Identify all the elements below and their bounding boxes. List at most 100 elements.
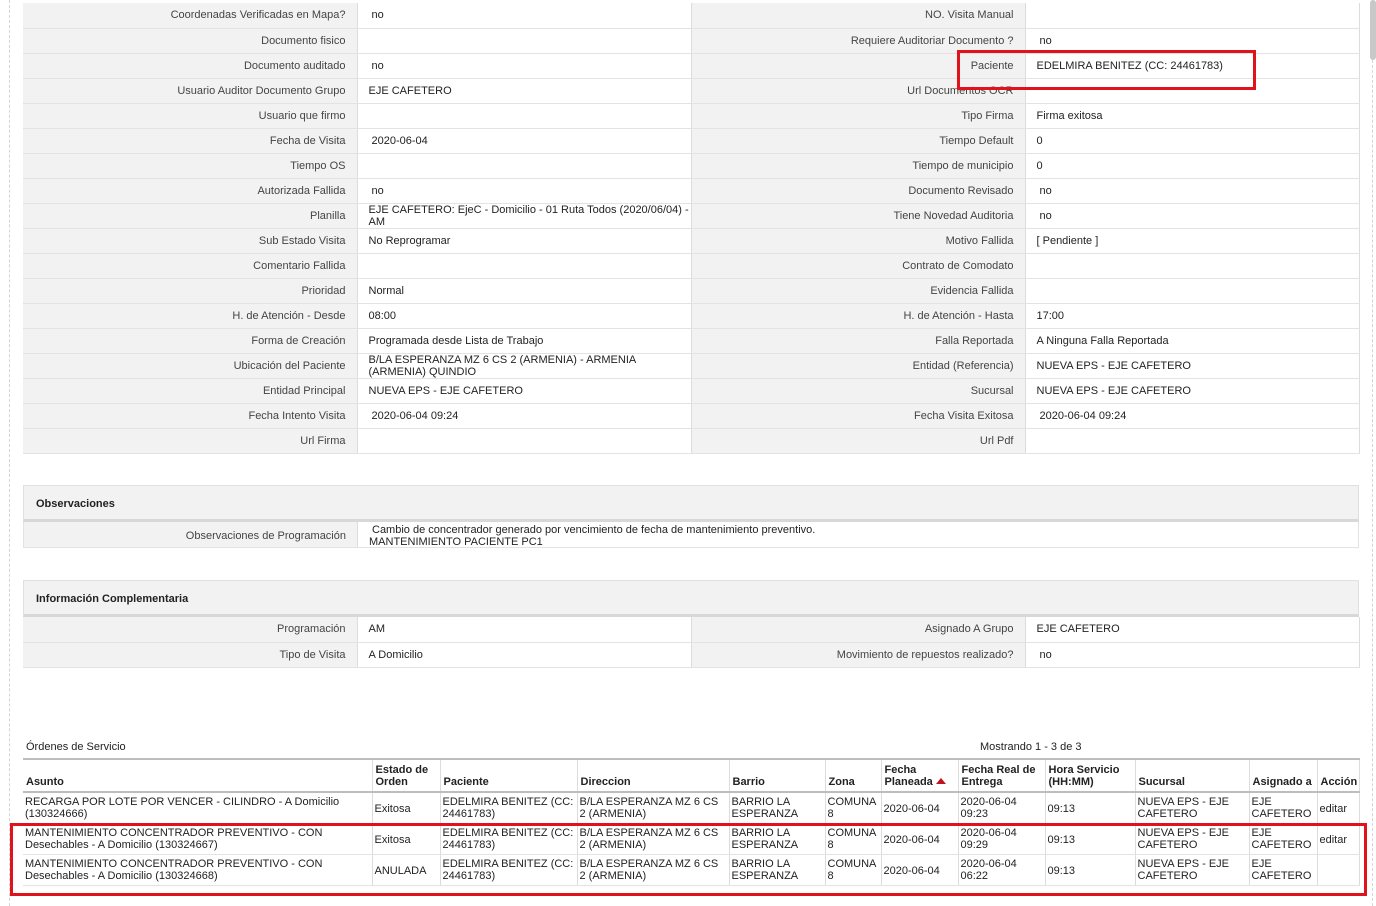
ordenes-header-row: Asunto Estado de Orden Paciente Direccio… xyxy=(23,758,1360,793)
tipo-firma-label: Tipo Firma xyxy=(691,103,1026,129)
h-de-atencion-hasta-label: H. de Atención - Hasta xyxy=(691,303,1026,329)
usuario-que-firmo-value xyxy=(357,103,692,129)
observaciones-header: Observaciones xyxy=(23,485,1359,522)
cell-zona: COMUNA 8 xyxy=(825,792,882,824)
h-de-atencion-hasta-value: 17:00 xyxy=(1025,303,1360,329)
url-firma-label: Url Firma xyxy=(23,428,358,454)
movimiento-de-repuestos-realizado-label: Movimiento de repuestos realizado? xyxy=(691,642,1026,668)
cell-hora: 09:13 xyxy=(1045,823,1136,855)
informacion-complementaria-table: Programación AM Asignado A Grupo EJE CAFETE… xyxy=(23,617,1360,668)
col-estado-header[interactable]: Estado de Orden xyxy=(372,758,441,793)
field-row: Usuario Auditor Documento Grupo EJE CAFET… xyxy=(23,78,1360,104)
fecha-intento-visita-label: Fecha Intento Visita xyxy=(23,403,358,429)
sub-estado-visita-label: Sub Estado Visita xyxy=(23,228,358,254)
observaciones-label: Observaciones de Programación xyxy=(24,522,358,547)
field-row: Documento fisico Requiere Auditoriar Docu… xyxy=(23,28,1360,54)
tipo-de-visita-value: A Domicilio xyxy=(357,642,692,668)
url-pdf-value xyxy=(1025,428,1360,454)
field-row: Tipo de Visita A Domicilio Movimiento de r… xyxy=(23,642,1360,668)
cell-zona: COMUNA 8 xyxy=(825,854,882,886)
col-paciente-header[interactable]: Paciente xyxy=(440,758,578,793)
scrollbar-thumb[interactable] xyxy=(1370,0,1376,60)
cell-fecha-real: 2020-06-04 09:23 xyxy=(958,792,1046,824)
cell-sucursal: NUEVA EPS - EJE CAFETERO xyxy=(1135,792,1250,824)
coordenadas-verificadas-en-mapa-value: no xyxy=(357,3,692,29)
usuario-auditor-documento-grupo-label: Usuario Auditor Documento Grupo xyxy=(23,78,358,104)
forma-de-creacion-label: Forma de Creación xyxy=(23,328,358,354)
table-row[interactable]: RECARGA POR LOTE POR VENCER - CILINDRO -… xyxy=(23,792,1360,824)
programacion-value: AM xyxy=(357,617,692,643)
field-row: Sub Estado Visita No Reprogramar Motivo Fa… xyxy=(23,228,1360,254)
autorizada-fallida-value: no xyxy=(357,178,692,204)
tiempo-de-municipio-label: Tiempo de municipio xyxy=(691,153,1026,179)
cell-estado: Exitosa xyxy=(372,792,441,824)
forma-de-creacion-value: Programada desde Lista de Trabajo xyxy=(357,328,692,354)
planilla-label: Planilla xyxy=(23,203,358,229)
cell-estado: Exitosa xyxy=(372,823,441,855)
h-de-atencion-desde-label: H. de Atención - Desde xyxy=(23,303,358,329)
evidencia-fallida-value xyxy=(1025,278,1360,304)
field-row: Forma de Creación Programada desde Lista … xyxy=(23,328,1360,354)
observaciones-line-2: MANTENIMIENTO PACIENTE PC1 xyxy=(369,536,543,548)
col-asignado-header[interactable]: Asignado a xyxy=(1249,758,1318,793)
col-fecha-real-header[interactable]: Fecha Real de Entrega xyxy=(958,758,1046,793)
cell-hora: 09:13 xyxy=(1045,854,1136,886)
tiene-novedad-auditoria-label: Tiene Novedad Auditoria xyxy=(691,203,1026,229)
cell-sucursal: NUEVA EPS - EJE CAFETERO xyxy=(1135,854,1250,886)
editar-link[interactable]: editar xyxy=(1320,803,1348,815)
url-pdf-label: Url Pdf xyxy=(691,428,1026,454)
no-visita-manual-label: NO. Visita Manual xyxy=(691,3,1026,29)
field-row: Planilla EJE CAFETERO: EjeC - Domicilio -… xyxy=(23,203,1360,229)
observaciones-line-1: Cambio de concentrador generado por venc… xyxy=(372,524,816,536)
field-row: Url Firma Url Pdf xyxy=(23,428,1360,454)
cell-direccion: B/LA ESPERANZA MZ 6 CS 2 (ARMENIA) xyxy=(577,854,730,886)
observaciones-value: Cambio de concentrador generado por venc… xyxy=(358,522,1358,548)
prioridad-label: Prioridad xyxy=(23,278,358,304)
editar-link[interactable]: editar xyxy=(1320,834,1348,846)
table-row[interactable]: MANTENIMIENTO CONCENTRADOR PREVENTIVO - … xyxy=(23,854,1360,886)
h-de-atencion-desde-value: 08:00 xyxy=(357,303,692,329)
observaciones-title: Observaciones xyxy=(36,498,115,510)
asignado-a-grupo-value: EJE CAFETERO xyxy=(1025,617,1360,643)
cell-asignado: EJE CAFETERO xyxy=(1249,854,1318,886)
cell-fecha-real: 2020-06-04 06:22 xyxy=(958,854,1046,886)
col-fecha-planeada-header[interactable]: Fecha Planeada xyxy=(881,758,959,793)
tiempo-os-label: Tiempo OS xyxy=(23,153,358,179)
col-asunto-header[interactable]: Asunto xyxy=(23,758,373,793)
field-row: Fecha de Visita 2020-06-04 Tiempo Default 0 xyxy=(23,128,1360,154)
cell-accion: editar xyxy=(1317,792,1360,824)
col-barrio-header[interactable]: Barrio xyxy=(729,758,826,793)
col-sucursal-header[interactable]: Sucursal xyxy=(1135,758,1250,793)
ordenes-table: Asunto Estado de Orden Paciente Direccio… xyxy=(23,758,1360,886)
motivo-fallida-value: [ Pendiente ] xyxy=(1025,228,1360,254)
coordenadas-verificadas-en-mapa-label: Coordenadas Verificadas en Mapa? xyxy=(23,3,358,29)
cell-fecha-real: 2020-06-04 09:29 xyxy=(958,823,1046,855)
fecha-intento-visita-value: 2020-06-04 09:24 xyxy=(357,403,692,429)
entidad-referencia-value: NUEVA EPS - EJE CAFETERO xyxy=(1025,353,1360,379)
field-row: Ubicación del Paciente B/LA ESPERANZA MZ … xyxy=(23,353,1360,379)
sort-ascending-icon[interactable] xyxy=(935,778,946,784)
col-direccion-header[interactable]: Direccion xyxy=(577,758,730,793)
field-row: Comentario Fallida Contrato de Comodato xyxy=(23,253,1360,279)
prioridad-value: Normal xyxy=(357,278,692,304)
usuario-auditor-documento-grupo-value: EJE CAFETERO xyxy=(357,78,692,104)
tiene-novedad-auditoria-value: no xyxy=(1025,203,1360,229)
contrato-de-comodato-label: Contrato de Comodato xyxy=(691,253,1026,279)
tiempo-default-label: Tiempo Default xyxy=(691,128,1026,154)
tiempo-default-value: 0 xyxy=(1025,128,1360,154)
field-row: Documento auditado no Paciente EDELMIRA BEN… xyxy=(23,53,1360,79)
comentario-fallida-label: Comentario Fallida xyxy=(23,253,358,279)
cell-direccion: B/LA ESPERANZA MZ 6 CS 2 (ARMENIA) xyxy=(577,792,730,824)
falla-reportada-label: Falla Reportada xyxy=(691,328,1026,354)
cell-asunto: MANTENIMIENTO CONCENTRADOR PREVENTIVO - … xyxy=(23,823,373,855)
requiere-auditoriar-documento-value: no xyxy=(1025,28,1360,54)
cell-barrio: BARRIO LA ESPERANZA xyxy=(729,854,826,886)
usuario-que-firmo-label: Usuario que firmo xyxy=(23,103,358,129)
col-zona-header[interactable]: Zona xyxy=(825,758,882,793)
fecha-de-visita-value: 2020-06-04 xyxy=(357,128,692,154)
col-hora-header[interactable]: Hora Servicio (HH:MM) xyxy=(1045,758,1136,793)
url-firma-value xyxy=(357,428,692,454)
entidad-referencia-label: Entidad (Referencia) xyxy=(691,353,1026,379)
field-row: Fecha Intento Visita 2020-06-04 09:24 Fech… xyxy=(23,403,1360,429)
table-row[interactable]: MANTENIMIENTO CONCENTRADOR PREVENTIVO - … xyxy=(23,823,1360,855)
